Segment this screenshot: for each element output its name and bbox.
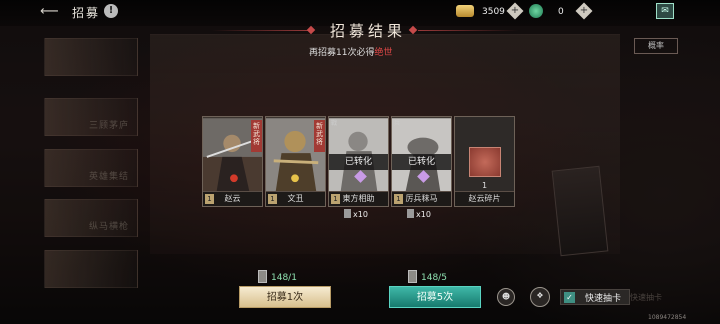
back-arrow-icon[interactable]: ⟵ <box>40 5 62 19</box>
card-name: 赵云碎片 <box>468 194 501 203</box>
card-name-bar: 1 文丑 <box>266 191 325 206</box>
new-general-tag: 新武将 <box>251 120 262 152</box>
page-title: 招募 <box>72 6 101 20</box>
side-banner-1 <box>44 38 138 76</box>
side-banner-label: 三顾茅庐 <box>88 121 129 131</box>
quick-draw-label: 快速抽卡 <box>585 294 622 304</box>
converted-label: 已转化 <box>329 154 388 170</box>
info-icon[interactable]: ! <box>104 4 118 18</box>
side-banner-2: 三顾茅庐 <box>44 98 138 136</box>
side-banner-label: 英雄集结 <box>88 172 129 182</box>
card-name: 赵云 <box>224 194 241 203</box>
quantity-value: x10 <box>416 210 431 219</box>
gold-count: 3509 <box>482 7 505 17</box>
side-banner-4: 纵马横枪 <box>44 199 138 237</box>
advisor-avatar-icon[interactable]: ☻ <box>497 288 515 306</box>
card-level: 1 <box>331 194 340 204</box>
add-gold-button[interactable]: + <box>506 2 524 20</box>
recruit-1-cost: 148/1 <box>258 270 297 283</box>
rate-button[interactable]: 概率 <box>634 38 678 54</box>
side-banner-label: 纵马横枪 <box>88 222 129 232</box>
card-name-bar: 1 赵云 <box>203 191 262 206</box>
cost-value: 148/5 <box>421 273 447 283</box>
recruit-5-cost: 148/5 <box>408 270 447 283</box>
pity-text: 再招募11次必得 <box>309 48 375 58</box>
recruit-1-button[interactable]: 招募1次 <box>239 286 331 308</box>
pity-highlight: 绝世 <box>374 48 393 58</box>
quick-draw-toggle[interactable]: ✓ 快速抽卡 <box>560 289 630 305</box>
result-card-wenchou[interactable]: 新武将 1 文丑 <box>265 116 326 207</box>
checkbox-icon[interactable]: ✓ <box>564 292 575 303</box>
header-line-left <box>212 30 310 31</box>
gold-ingot-icon <box>456 5 474 17</box>
mail-icon[interactable]: ✉ <box>656 3 674 19</box>
side-banner-5 <box>44 250 138 288</box>
result-title: 招募结果 <box>330 22 407 40</box>
book-icon <box>407 209 414 218</box>
result-card-tactic-2[interactable]: 兵 已转化 1 厉兵秣马 <box>391 116 452 207</box>
user-id: 1089472854 <box>648 314 687 321</box>
tactic-type-label: 戰 <box>331 120 338 127</box>
jade-icon <box>529 4 543 18</box>
tactic-type-label: 兵 <box>394 120 401 127</box>
book-icon <box>344 209 351 218</box>
card-name: 文丑 <box>287 194 304 203</box>
card-name: 東方相助 <box>342 194 375 203</box>
skip-animation-icon[interactable]: ❖ <box>530 287 550 307</box>
new-general-tag: 新武将 <box>314 120 325 152</box>
converted-label: 已转化 <box>392 154 451 170</box>
pity-subtitle: 再招募11次必得绝世 <box>309 45 392 58</box>
cost-value: 148/1 <box>271 273 297 283</box>
card-level: 1 <box>268 194 277 204</box>
card-name-bar: 1 厉兵秣马 <box>392 191 451 206</box>
result-card-fragment[interactable]: 1 赵云碎片 <box>454 116 515 207</box>
fragment-icon <box>469 147 501 177</box>
add-jade-button[interactable]: + <box>575 2 593 20</box>
recruit-token-icon <box>408 270 417 283</box>
tactic-2-quantity: x10 <box>407 209 431 219</box>
result-card-zhaoyun[interactable]: 新武将 1 赵云 <box>202 116 263 207</box>
side-banner-3: 英雄集结 <box>44 149 138 187</box>
quick-draw-ghost-text: 快速抽卡 <box>630 293 662 302</box>
card-level: 1 <box>205 194 214 204</box>
card-name-bar: 赵云碎片 <box>455 191 514 206</box>
result-card-tactic-1[interactable]: 戰 已转化 1 東方相助 <box>328 116 389 207</box>
tactic-1-quantity: x10 <box>344 209 368 219</box>
side-table-decor <box>551 165 609 257</box>
recruit-token-icon <box>258 270 267 283</box>
card-name: 厉兵秣马 <box>405 194 438 203</box>
jade-count: 0 <box>558 7 564 17</box>
card-level: 1 <box>394 194 403 204</box>
card-name-bar: 1 東方相助 <box>329 191 388 206</box>
recruit-5-button[interactable]: 招募5次 <box>389 286 481 308</box>
quantity-value: x10 <box>353 210 368 219</box>
fragment-count: 1 <box>481 181 488 190</box>
header-line-right <box>418 30 518 31</box>
